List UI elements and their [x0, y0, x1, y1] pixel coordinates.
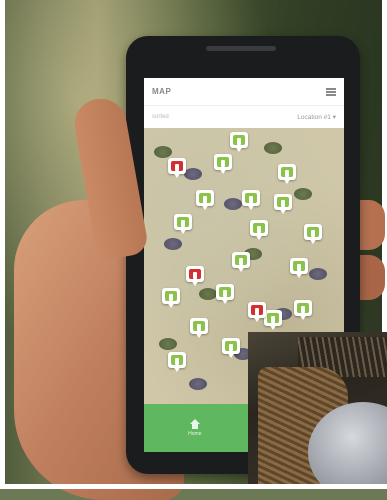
- tree-icon: [297, 303, 309, 313]
- map-marker[interactable]: [174, 214, 192, 234]
- nav-home[interactable]: Home: [188, 419, 202, 437]
- sort-label[interactable]: sorted: [152, 114, 169, 120]
- tree-icon: [277, 197, 289, 207]
- map-marker[interactable]: [278, 164, 296, 184]
- tree-icon: [293, 261, 305, 271]
- tree-icon: [217, 157, 229, 167]
- map-marker[interactable]: [242, 190, 260, 210]
- inset-photo: [248, 332, 387, 489]
- tree-icon: [253, 223, 265, 233]
- map-marker[interactable]: [168, 352, 186, 372]
- tree-icon: [251, 305, 263, 315]
- tree-icon: [281, 167, 293, 177]
- map-marker[interactable]: [250, 220, 268, 240]
- map-marker[interactable]: [216, 284, 234, 304]
- map-marker[interactable]: [190, 318, 208, 338]
- photo-border-bottom: [0, 484, 387, 489]
- tree-icon: [171, 161, 183, 171]
- map-marker[interactable]: [230, 132, 248, 152]
- tree-icon: [219, 287, 231, 297]
- tree-icon: [245, 193, 257, 203]
- tree-icon: [233, 135, 245, 145]
- tree-icon: [165, 291, 177, 301]
- tree-icon: [199, 193, 211, 203]
- photo-border-left: [0, 0, 5, 489]
- map-marker[interactable]: [294, 300, 312, 320]
- map-marker[interactable]: [222, 338, 240, 358]
- tree-icon: [189, 269, 201, 279]
- tree-icon: [235, 255, 247, 265]
- app-bar: MAP: [144, 78, 344, 106]
- map-marker[interactable]: [162, 288, 180, 308]
- map-marker[interactable]: [290, 258, 308, 278]
- map-marker-alert[interactable]: [186, 266, 204, 286]
- map-marker[interactable]: [232, 252, 250, 272]
- map-marker-alert[interactable]: [168, 158, 186, 178]
- tree-icon: [193, 321, 205, 331]
- tree-icon: [267, 313, 279, 323]
- map-marker[interactable]: [264, 310, 282, 330]
- map-marker[interactable]: [214, 154, 232, 174]
- tree-icon: [177, 217, 189, 227]
- map-marker[interactable]: [304, 224, 322, 244]
- nav-home-label: Home: [188, 431, 202, 437]
- menu-icon[interactable]: [326, 87, 336, 96]
- phone-speaker: [206, 46, 276, 51]
- tree-icon: [307, 227, 319, 237]
- app-title: MAP: [152, 87, 172, 96]
- map-marker-alert[interactable]: [248, 302, 266, 322]
- tree-icon: [225, 341, 237, 351]
- location-select[interactable]: Location #1 ▾: [297, 113, 336, 121]
- home-icon: [189, 419, 200, 429]
- map-marker[interactable]: [196, 190, 214, 210]
- map-marker[interactable]: [274, 194, 292, 214]
- filter-bar: sorted Location #1 ▾: [144, 106, 344, 129]
- tree-icon: [171, 355, 183, 365]
